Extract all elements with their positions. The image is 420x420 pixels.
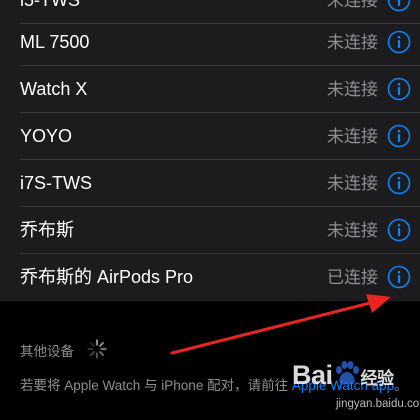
other-devices-label: 其他设备 (20, 344, 74, 359)
device-status: 未连接 (327, 221, 378, 240)
info-circle-icon[interactable] (387, 218, 411, 242)
device-name: YOYO (20, 126, 73, 146)
device-name: 乔布斯 (20, 220, 74, 240)
watermark-url: jingyan.baidu.com (336, 398, 420, 410)
bluetooth-device-list: i5-TWS 未连接 ML 7500 未连接 Watch X 未连接 YOYO … (0, 0, 420, 301)
device-row-watch-x[interactable]: Watch X 未连接 (0, 66, 420, 113)
info-circle-icon[interactable] (387, 77, 411, 101)
device-status: 已连接 (327, 268, 378, 287)
info-circle-icon[interactable] (387, 265, 411, 289)
device-status: 未连接 (327, 174, 378, 193)
device-name: 乔布斯的 AirPods Pro (20, 267, 194, 287)
device-row-qiaobusi[interactable]: 乔布斯 未连接 (0, 207, 420, 254)
device-status: 未连接 (327, 127, 378, 146)
watermark-logo-right: 经验 (360, 369, 395, 388)
device-row-i7s-tws[interactable]: i7S-TWS 未连接 (0, 160, 420, 207)
device-status: 未连接 (327, 33, 378, 52)
device-name: i7S-TWS (20, 173, 92, 193)
baidu-jingyan-watermark: Bai 经验 jingyan.baidu.com (292, 360, 420, 416)
activity-spinner-icon (87, 339, 107, 359)
device-status: 未连接 (327, 80, 378, 99)
baidu-paw-icon (335, 361, 359, 385)
watermark-logo-left: Bai (292, 360, 333, 390)
device-row-yoyo[interactable]: YOYO 未连接 (0, 113, 420, 160)
info-circle-icon[interactable] (387, 0, 411, 12)
watermark-logo: Bai 经验 (292, 360, 394, 391)
info-circle-icon[interactable] (387, 124, 411, 148)
device-name: ML 7500 (20, 32, 90, 52)
device-row-ml-7500[interactable]: ML 7500 未连接 (0, 19, 420, 66)
info-circle-icon[interactable] (387, 30, 411, 54)
info-circle-icon[interactable] (387, 171, 411, 195)
footnote-text: 若要将 Apple Watch 与 iPhone 配对，请前往 (20, 378, 292, 393)
device-name: Watch X (20, 79, 88, 99)
device-row-airpods-pro[interactable]: 乔布斯的 AirPods Pro 已连接 (0, 254, 420, 301)
